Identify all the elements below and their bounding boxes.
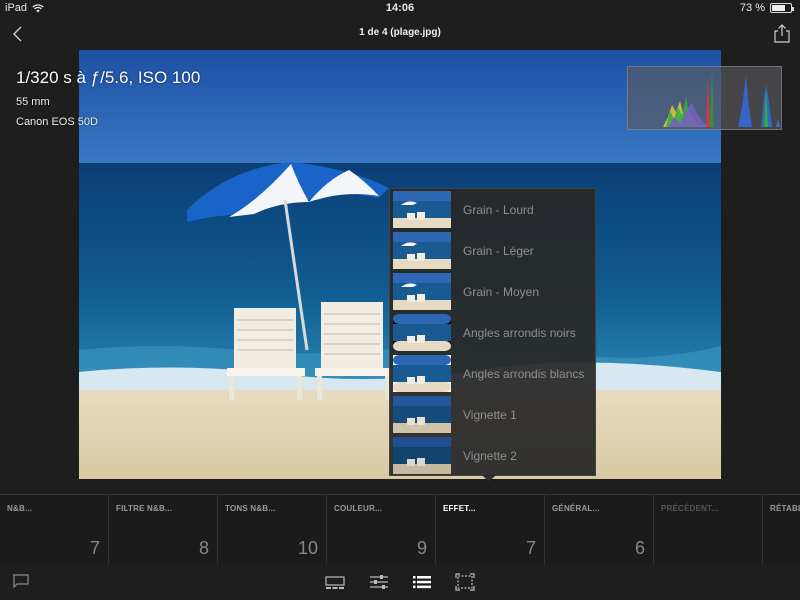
category-previous[interactable]: PRÉCÉDENT... [654, 495, 763, 565]
category-count: 7 [89, 538, 100, 558]
category-name: EFFET... [443, 504, 476, 513]
clock: 14:06 [385, 2, 415, 14]
preset-label: Vignette 1 [463, 408, 517, 422]
preset-label: Vignette 2 [463, 449, 517, 463]
category-count: 8 [198, 538, 209, 558]
page-title: 1 de 4 (plage.jpg) [359, 27, 441, 38]
preset-item[interactable]: Vignette 2 [390, 435, 595, 475]
category-bw-tones[interactable]: TONS N&B... 10 [218, 495, 327, 565]
category-general[interactable]: GÉNÉRAL... 6 [545, 495, 654, 565]
preset-item[interactable]: Vignette 1 [390, 394, 595, 434]
histogram-graph [663, 69, 780, 127]
preset-thumbnail [393, 437, 451, 474]
presets-list-icon[interactable] [411, 573, 433, 591]
category-name: GÉNÉRAL... [552, 504, 600, 513]
preset-label: Grain - Léger [463, 244, 534, 258]
preset-label: Grain - Moyen [463, 285, 540, 299]
category-reset[interactable]: RÉTABL [763, 495, 800, 565]
filmstrip-icon[interactable] [324, 573, 346, 591]
category-name: PRÉCÉDENT... [661, 504, 719, 513]
header: 1 de 4 (plage.jpg) [0, 18, 800, 50]
category-name: TONS N&B... [225, 504, 276, 513]
preset-thumbnail [393, 232, 451, 269]
preset-thumbnail [393, 273, 451, 310]
adjust-sliders-icon[interactable] [368, 573, 390, 591]
category-bw[interactable]: N&B... 7 [0, 495, 109, 565]
category-bw-filter[interactable]: FILTRE N&B... 8 [109, 495, 218, 565]
exposure-info: 1/320 s à ƒ/5.6, ISO 100 [16, 68, 201, 87]
histogram[interactable] [627, 66, 782, 130]
battery-percent: 73 % [739, 2, 765, 14]
category-count: 7 [525, 538, 536, 558]
status-bar: iPad 14:06 73 % [0, 0, 800, 18]
category-count: 10 [297, 538, 318, 558]
preset-item[interactable]: Grain - Moyen [390, 271, 595, 311]
category-color[interactable]: COULEUR... 9 [327, 495, 436, 565]
photo-info: 1/320 s à ƒ/5.6, ISO 100 55 mm Canon EOS… [16, 68, 200, 128]
category-count: 6 [634, 538, 645, 558]
category-name: COULEUR... [334, 504, 383, 513]
preset-label: Angles arrondis blancs [463, 367, 585, 381]
bottom-toolbar [0, 564, 800, 600]
preset-item[interactable]: Angles arrondis noirs [390, 312, 595, 352]
preset-item[interactable]: Grain - Lourd [390, 189, 595, 229]
flag-icon[interactable] [10, 573, 32, 591]
preset-thumbnail [393, 396, 451, 433]
preset-item[interactable]: Angles arrondis blancs [390, 353, 595, 393]
preset-label: Angles arrondis noirs [463, 326, 576, 340]
preset-thumbnail [393, 191, 451, 228]
category-count: 9 [416, 538, 427, 558]
effect-presets-popover: Grain - Lourd Grain - Léger Grain - Moye… [389, 188, 596, 482]
preset-thumbnail [393, 314, 451, 351]
crop-icon[interactable] [454, 573, 476, 591]
preset-thumbnail [393, 355, 451, 392]
category-effect[interactable]: EFFET... 7 [436, 495, 545, 565]
focal-length: 55 mm [16, 96, 50, 108]
preset-label: Grain - Lourd [463, 203, 534, 217]
battery-icon [770, 3, 794, 13]
camera-model: Canon EOS 50D [16, 116, 98, 128]
category-name: FILTRE N&B... [116, 504, 173, 513]
share-icon[interactable] [773, 24, 791, 44]
category-name: N&B... [7, 504, 33, 513]
category-name: RÉTABL [770, 504, 800, 513]
preset-category-strip: N&B... 7 FILTRE N&B... 8 TONS N&B... 10 … [0, 494, 800, 565]
preset-item[interactable]: Grain - Léger [390, 230, 595, 270]
